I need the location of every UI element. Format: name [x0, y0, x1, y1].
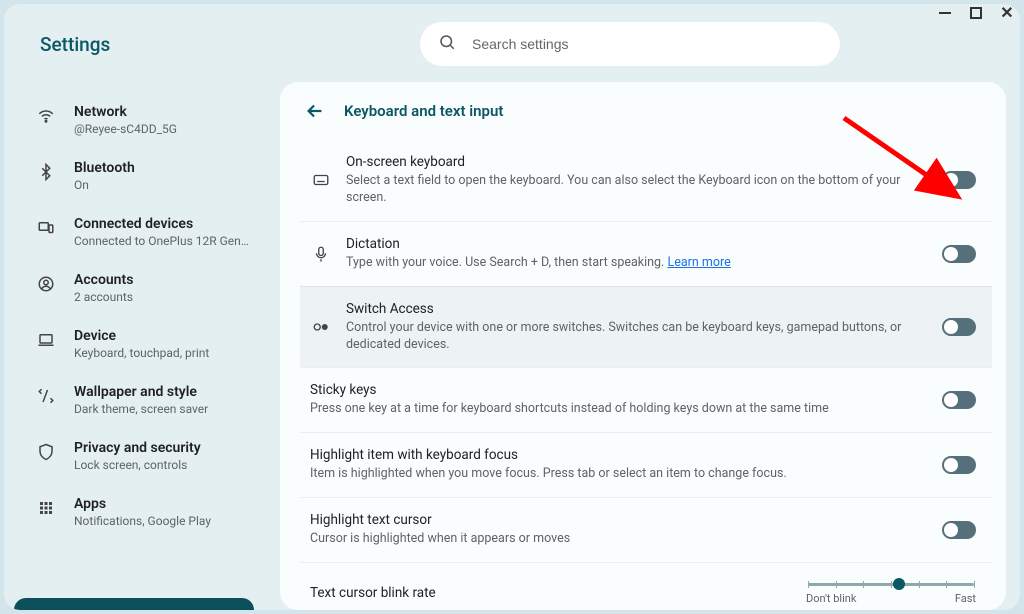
toggle-switch-access[interactable] — [942, 318, 976, 336]
page-title: Keyboard and text input — [344, 102, 503, 120]
sidebar-item-label: Wallpaper and style — [74, 384, 208, 400]
sidebar-item-device[interactable]: Device Keyboard, touchpad, print — [14, 316, 264, 372]
window-maximize-button[interactable] — [970, 7, 982, 19]
sidebar-item-connected-devices[interactable]: Connected devices Connected to OnePlus 1… — [14, 204, 264, 260]
row-desc: Cursor is highlighted when it appears or… — [310, 531, 928, 548]
sidebar-item-label: Apps — [74, 496, 211, 512]
row-title: Sticky keys — [310, 382, 928, 398]
row-title: Dictation — [346, 236, 928, 252]
toggle-sticky-keys[interactable] — [942, 391, 976, 409]
sidebar-item-label: Accounts — [74, 272, 133, 288]
learn-more-link[interactable]: Learn more — [667, 255, 730, 270]
wallpaper-icon — [36, 386, 56, 406]
window-minimize-button[interactable] — [938, 6, 952, 20]
sidebar-item-sub: Dark theme, screen saver — [74, 402, 208, 416]
sidebar-bottom-accent — [14, 598, 254, 610]
row-title: Highlight text cursor — [310, 512, 928, 528]
row-title: On-screen keyboard — [346, 154, 928, 170]
search-box[interactable] — [420, 22, 840, 66]
slider-max-label: Fast — [955, 592, 976, 605]
row-desc: Select a text field to open the keyboard… — [346, 173, 928, 207]
apps-grid-icon — [36, 498, 56, 518]
row-title: Switch Access — [346, 301, 928, 317]
mic-icon — [310, 245, 332, 263]
sidebar-item-bluetooth[interactable]: Bluetooth On — [14, 148, 264, 204]
sidebar-item-sub: @Reyee-sC4DD_5G — [74, 122, 177, 136]
search-input[interactable] — [472, 36, 822, 52]
blink-rate-slider[interactable] — [808, 583, 974, 586]
sidebar-item-sub: Keyboard, touchpad, print — [74, 346, 209, 360]
sidebar-item-sub: 2 accounts — [74, 290, 133, 304]
sidebar-item-accounts[interactable]: Accounts 2 accounts — [14, 260, 264, 316]
toggle-on-screen-keyboard[interactable] — [942, 171, 976, 189]
toggle-dictation[interactable] — [942, 245, 976, 263]
main-settings-panel: Keyboard and text input On-screen keyboa… — [280, 82, 1006, 610]
row-highlight-keyboard-focus[interactable]: Highlight item with keyboard focus Item … — [300, 432, 992, 497]
shield-icon — [36, 442, 56, 462]
row-dictation[interactable]: Dictation Type with your voice. Use Sear… — [300, 221, 992, 286]
bluetooth-icon — [36, 162, 56, 182]
row-sticky-keys[interactable]: Sticky keys Press one key at a time for … — [300, 367, 992, 432]
slider-label: Text cursor blink rate — [310, 577, 436, 601]
toggle-highlight-cursor[interactable] — [942, 521, 976, 539]
sidebar-item-label: Connected devices — [74, 216, 254, 232]
sidebar-item-label: Privacy and security — [74, 440, 201, 456]
sidebar-item-sub: Notifications, Google Play — [74, 514, 211, 528]
row-desc: Press one key at a time for keyboard sho… — [310, 401, 928, 418]
row-highlight-text-cursor[interactable]: Highlight text cursor Cursor is highligh… — [300, 497, 992, 562]
laptop-icon — [36, 330, 56, 350]
sidebar-item-network[interactable]: Network @Reyee-sC4DD_5G — [14, 92, 264, 148]
window-close-button[interactable]: ✕ — [1000, 6, 1014, 20]
slider-thumb[interactable] — [893, 578, 905, 590]
back-button[interactable] — [304, 100, 326, 122]
sidebar-item-apps[interactable]: Apps Notifications, Google Play — [14, 484, 264, 540]
sidebar: Network @Reyee-sC4DD_5G Bluetooth On — [14, 82, 264, 610]
sidebar-item-wallpaper[interactable]: Wallpaper and style Dark theme, screen s… — [14, 372, 264, 428]
sidebar-item-privacy[interactable]: Privacy and security Lock screen, contro… — [14, 428, 264, 484]
keyboard-icon — [310, 171, 332, 189]
row-title: Highlight item with keyboard focus — [310, 447, 928, 463]
sidebar-item-sub: Connected to OnePlus 12R Gens... — [74, 234, 254, 248]
slider-min-label: Don't blink — [806, 592, 856, 605]
sidebar-item-label: Network — [74, 104, 177, 120]
sidebar-item-label: Device — [74, 328, 209, 344]
wifi-icon — [36, 106, 56, 126]
row-desc: Type with your voice. Use Search + D, th… — [346, 255, 928, 272]
row-desc: Control your device with one or more swi… — [346, 320, 928, 354]
sidebar-item-label: Bluetooth — [74, 160, 135, 176]
sidebar-item-sub: Lock screen, controls — [74, 458, 201, 472]
account-icon — [36, 274, 56, 294]
toggle-highlight-focus[interactable] — [942, 456, 976, 474]
app-title: Settings — [40, 33, 240, 56]
row-switch-access[interactable]: Switch Access Control your device with o… — [300, 286, 992, 368]
devices-icon — [36, 218, 56, 238]
search-icon — [438, 33, 456, 55]
switch-access-icon — [310, 318, 332, 336]
row-desc: Item is highlighted when you move focus.… — [310, 466, 928, 483]
row-text-cursor-blink-rate: Text cursor blink rate — [300, 562, 992, 610]
sidebar-item-sub: On — [74, 178, 135, 192]
row-on-screen-keyboard[interactable]: On-screen keyboard Select a text field t… — [300, 140, 992, 221]
